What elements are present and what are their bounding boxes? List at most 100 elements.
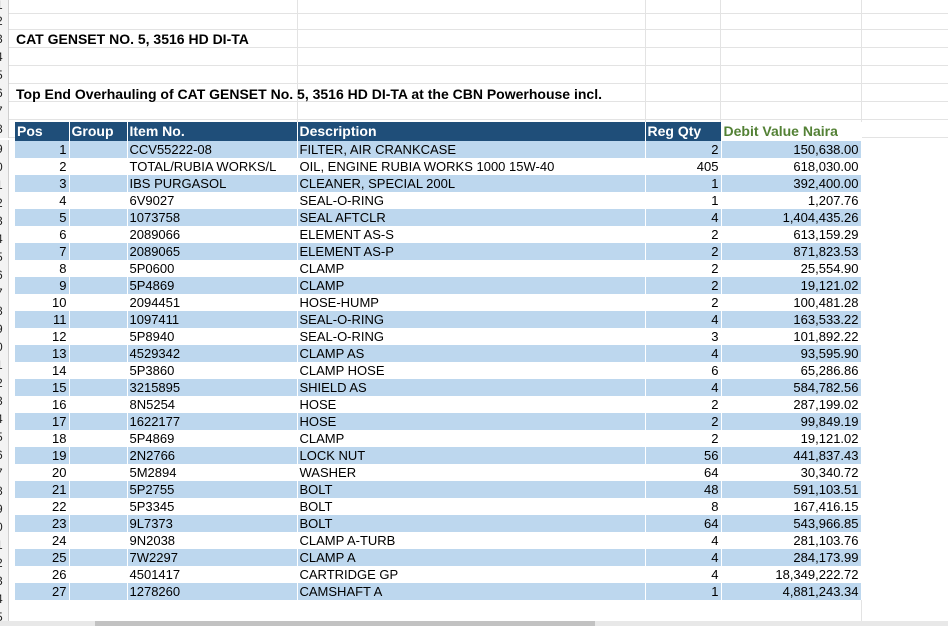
cell-pos[interactable]: 15 (15, 379, 70, 396)
cell-pos[interactable]: 3 (15, 175, 70, 192)
cell-item-no[interactable]: 1073758 (127, 209, 298, 226)
cell-description[interactable]: SEAL-O-RING (297, 328, 646, 345)
row-number[interactable]: 6 (0, 266, 9, 284)
cell-debit-value[interactable]: 100,481.28 (721, 294, 862, 311)
cell-group[interactable] (69, 481, 128, 498)
cell-item-no[interactable]: 3215895 (127, 379, 298, 396)
cell-item-no[interactable]: 5P2755 (127, 481, 298, 498)
header-item-no[interactable]: Item No. (127, 122, 298, 141)
cell-description[interactable]: CLAMP (297, 260, 646, 277)
cell-description[interactable]: SEAL AFTCLR (297, 209, 646, 226)
cell-reg-qty[interactable]: 2 (645, 243, 722, 260)
cell-pos[interactable]: 26 (15, 566, 70, 583)
cell-group[interactable] (69, 260, 128, 277)
cell-item-no[interactable]: 5P0600 (127, 260, 298, 277)
cell-pos[interactable]: 11 (15, 311, 70, 328)
cell-group[interactable] (69, 226, 128, 243)
cell-reg-qty[interactable]: 4 (645, 566, 722, 583)
cell-description[interactable]: OIL, ENGINE RUBIA WORKS 1000 15W-40 (297, 158, 646, 175)
cell-group[interactable] (69, 294, 128, 311)
cell-pos[interactable]: 4 (15, 192, 70, 209)
cell-pos[interactable]: 2 (15, 158, 70, 175)
cell-item-no[interactable]: 4529342 (127, 345, 298, 362)
cell-pos[interactable]: 20 (15, 464, 70, 481)
cell-pos[interactable]: 18 (15, 430, 70, 447)
cell-item-no[interactable]: 1097411 (127, 311, 298, 328)
cell-reg-qty[interactable]: 4 (645, 532, 722, 549)
cell-reg-qty[interactable]: 4 (645, 345, 722, 362)
scrollbar-thumb[interactable] (95, 621, 595, 626)
cell-description[interactable]: CLAMP A (297, 549, 646, 566)
cell-group[interactable] (69, 532, 128, 549)
row-number[interactable]: 2 (0, 194, 9, 212)
cell-pos[interactable]: 23 (15, 515, 70, 532)
cell-item-no[interactable]: 7W2297 (127, 549, 298, 566)
cell-description[interactable]: SEAL-O-RING (297, 311, 646, 328)
cell-item-no[interactable]: 5P4869 (127, 277, 298, 294)
cell-reg-qty[interactable]: 405 (645, 158, 722, 175)
row-number[interactable]: 3 (0, 572, 9, 590)
row-number[interactable]: 8 (0, 482, 9, 500)
cell-debit-value[interactable]: 287,199.02 (721, 396, 862, 413)
cell-description[interactable]: BOLT (297, 481, 646, 498)
cell-debit-value[interactable]: 618,030.00 (721, 158, 862, 175)
cell-item-no[interactable]: 4501417 (127, 566, 298, 583)
row-number[interactable]: 5 (0, 66, 9, 84)
cell-reg-qty[interactable]: 3 (645, 328, 722, 345)
cell-description[interactable]: HOSE (297, 413, 646, 430)
cell-pos[interactable]: 14 (15, 362, 70, 379)
cell-item-no[interactable]: 5M2894 (127, 464, 298, 481)
cell-pos[interactable]: 16 (15, 396, 70, 413)
cell-group[interactable] (69, 464, 128, 481)
cell-debit-value[interactable]: 392,400.00 (721, 175, 862, 192)
cell-item-no[interactable]: 2089065 (127, 243, 298, 260)
row-number[interactable]: 0 (0, 158, 9, 176)
cell-group[interactable] (69, 549, 128, 566)
cell-group[interactable] (69, 209, 128, 226)
cell-reg-qty[interactable]: 56 (645, 447, 722, 464)
cell-debit-value[interactable]: 163,533.22 (721, 311, 862, 328)
cell-reg-qty[interactable]: 1 (645, 583, 722, 600)
cell-debit-value[interactable]: 441,837.43 (721, 447, 862, 464)
row-number[interactable]: 3 (0, 392, 9, 410)
row-number[interactable]: 3 (0, 30, 9, 48)
row-number[interactable]: 0 (0, 338, 9, 356)
cell-debit-value[interactable]: 18,349,222.72 (721, 566, 862, 583)
header-reg-qty[interactable]: Reg Qty (645, 122, 722, 141)
cell-debit-value[interactable]: 19,121.02 (721, 430, 862, 447)
cell-debit-value[interactable]: 613,159.29 (721, 226, 862, 243)
row-number[interactable]: 9 (0, 140, 9, 158)
cell-group[interactable] (69, 498, 128, 515)
cell-debit-value[interactable]: 1,207.76 (721, 192, 862, 209)
cell-pos[interactable]: 5 (15, 209, 70, 226)
cell-description[interactable]: CLAMP (297, 430, 646, 447)
cell-group[interactable] (69, 362, 128, 379)
cell-pos[interactable]: 21 (15, 481, 70, 498)
cell-debit-value[interactable]: 584,782.56 (721, 379, 862, 396)
cell-pos[interactable]: 19 (15, 447, 70, 464)
cell-debit-value[interactable]: 543,966.85 (721, 515, 862, 532)
cell-reg-qty[interactable]: 4 (645, 209, 722, 226)
row-number[interactable]: 5 (0, 248, 9, 266)
row-number[interactable]: 2 (0, 374, 9, 392)
cell-debit-value[interactable]: 4,881,243.34 (721, 583, 862, 600)
row-number[interactable]: 4 (0, 410, 9, 428)
cell-reg-qty[interactable]: 4 (645, 311, 722, 328)
cell-reg-qty[interactable]: 64 (645, 515, 722, 532)
row-number[interactable]: 4 (0, 230, 9, 248)
cell-pos[interactable]: 10 (15, 294, 70, 311)
cell-reg-qty[interactable]: 48 (645, 481, 722, 498)
row-number[interactable]: 7 (0, 102, 9, 120)
cell-group[interactable] (69, 430, 128, 447)
cell-pos[interactable]: 9 (15, 277, 70, 294)
cell-group[interactable] (69, 192, 128, 209)
cell-description[interactable]: ELEMENT AS-P (297, 243, 646, 260)
cell-reg-qty[interactable]: 8 (645, 498, 722, 515)
horizontal-scrollbar[interactable] (0, 621, 948, 626)
cell-item-no[interactable]: 6V9027 (127, 192, 298, 209)
cell-description[interactable]: CARTRIDGE GP (297, 566, 646, 583)
cell-pos[interactable]: 27 (15, 583, 70, 600)
cell-reg-qty[interactable]: 2 (645, 294, 722, 311)
cell-debit-value[interactable]: 591,103.51 (721, 481, 862, 498)
row-number[interactable]: 8 (0, 302, 9, 320)
